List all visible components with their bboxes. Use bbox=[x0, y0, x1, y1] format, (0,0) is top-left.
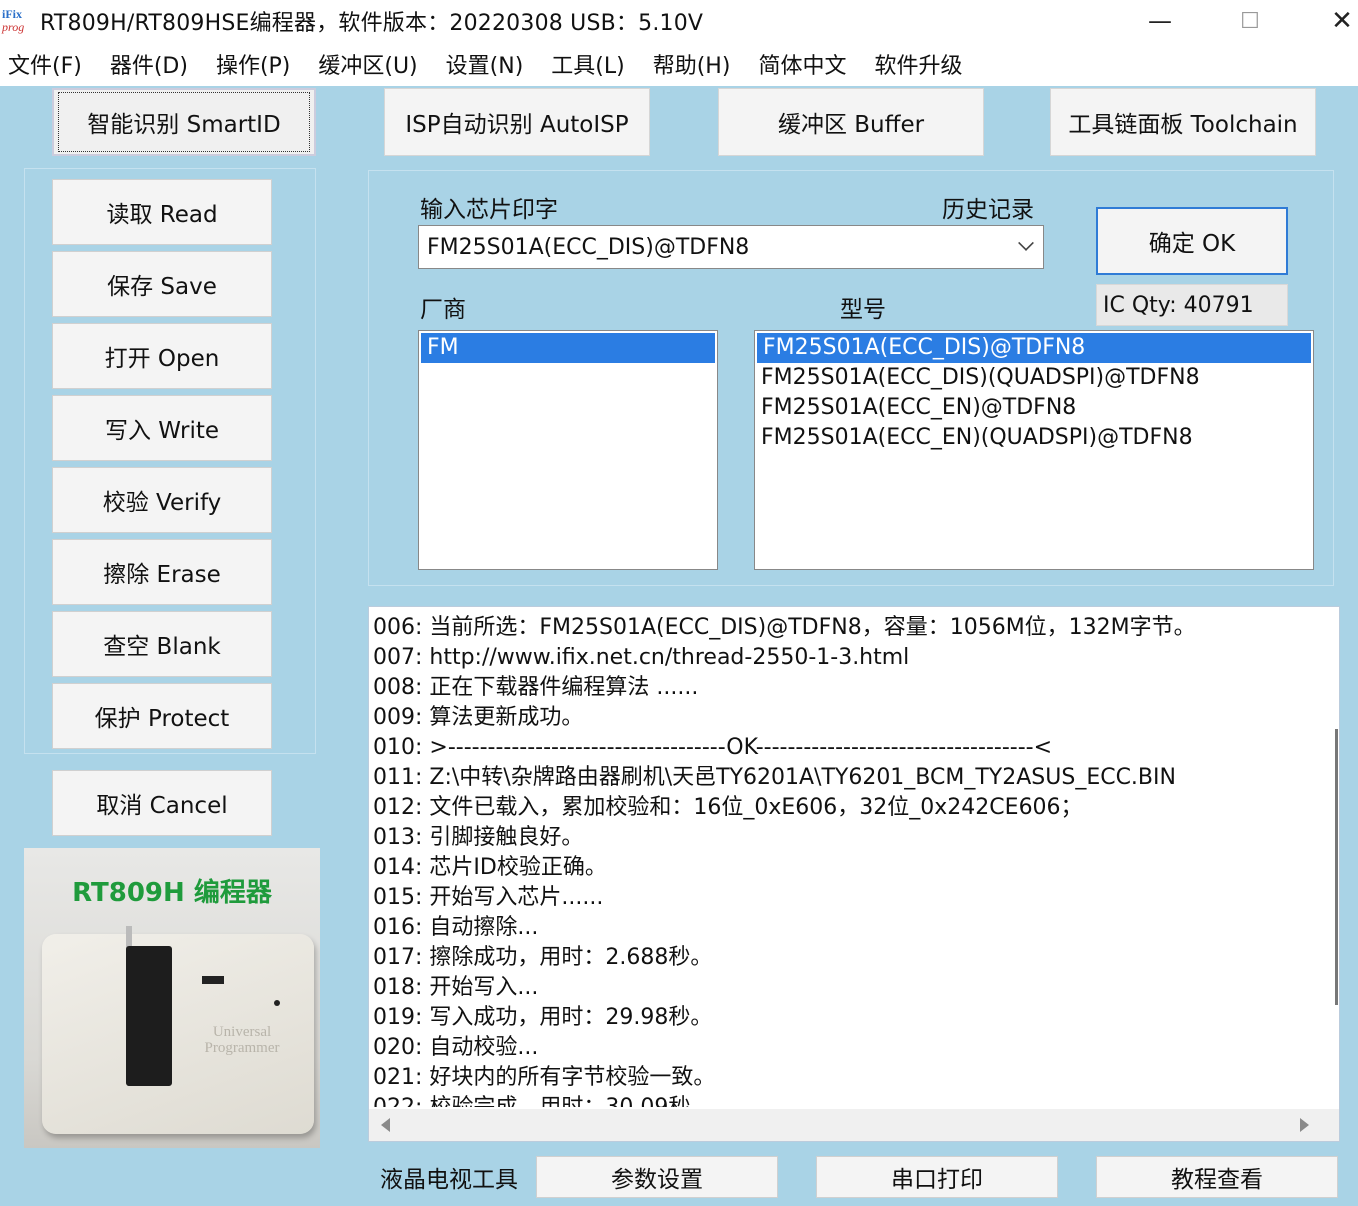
model-item[interactable]: FM25S01A(ECC_EN)@TDFN8 bbox=[755, 393, 1313, 423]
scroll-left-icon[interactable] bbox=[381, 1118, 390, 1132]
log-line: 006: 当前所选：FM25S01A(ECC_DIS)@TDFN8，容量：105… bbox=[373, 615, 1196, 640]
model-label: 型号 bbox=[840, 297, 886, 323]
menu-buffer[interactable]: 缓冲区(U) bbox=[318, 48, 417, 80]
programmer-device-image: Universal Programmer bbox=[42, 926, 314, 1134]
log-line: 017: 擦除成功，用时：2.688秒。 bbox=[373, 945, 713, 970]
log-line: 021: 好块内的所有字节校验一致。 bbox=[373, 1065, 716, 1090]
chevron-down-icon[interactable] bbox=[1018, 235, 1034, 251]
chip-input-label: 输入芯片印字 bbox=[420, 197, 558, 223]
close-icon[interactable]: ✕ bbox=[1312, 0, 1358, 42]
product-photo: RT809H 编程器 Universal Programmer bbox=[24, 848, 320, 1148]
scroll-right-icon[interactable] bbox=[1300, 1118, 1309, 1132]
log-line: 008: 正在下载器件编程算法 ...... bbox=[373, 675, 699, 700]
vendor-label: 厂商 bbox=[420, 297, 466, 323]
menu-device[interactable]: 器件(D) bbox=[110, 48, 188, 80]
app-icon: iFix prog bbox=[2, 4, 36, 38]
chip-marking-value: FM25S01A(ECC_DIS)@TDFN8 bbox=[427, 234, 750, 260]
blank-button[interactable]: 查空 Blank bbox=[52, 611, 272, 677]
model-item[interactable]: FM25S01A(ECC_DIS)(QUADSPI)@TDFN8 bbox=[755, 363, 1313, 393]
menu-bar: 文件(F) 器件(D) 操作(P) 缓冲区(U) 设置(N) 工具(L) 帮助(… bbox=[0, 42, 1358, 86]
log-line: 012: 文件已载入，累加校验和：16位_0xE606，32位_0x242CE6… bbox=[373, 795, 1083, 820]
toolchain-button[interactable]: 工具链面板 Toolchain bbox=[1050, 88, 1316, 156]
log-line: 010: >----------------------------------… bbox=[373, 735, 1053, 760]
log-line: 022: 校验完成，用时：30.09秒。 bbox=[373, 1093, 1323, 1107]
cancel-button[interactable]: 取消 Cancel bbox=[52, 770, 272, 836]
log-output[interactable]: 006: 当前所选：FM25S01A(ECC_DIS)@TDFN8，容量：105… bbox=[368, 606, 1340, 1142]
device-label-line-2: Programmer bbox=[204, 1040, 280, 1056]
serial-print-button[interactable]: 串口打印 bbox=[816, 1156, 1058, 1198]
bottom-toolbar: 液晶电视工具 参数设置 串口打印 教程查看 bbox=[0, 1150, 1358, 1206]
log-line: 020: 自动校验... bbox=[373, 1035, 539, 1060]
horizontal-scrollbar[interactable] bbox=[369, 1109, 1339, 1141]
log-line: 018: 开始写入... bbox=[373, 975, 539, 1000]
open-button[interactable]: 打开 Open bbox=[52, 323, 272, 389]
menu-file[interactable]: 文件(F) bbox=[8, 48, 82, 80]
read-button[interactable]: 读取 Read bbox=[52, 179, 272, 245]
maximize-icon[interactable]: ☐ bbox=[1220, 0, 1280, 42]
autoisp-button[interactable]: ISP自动识别 AutoISP bbox=[384, 88, 650, 156]
buffer-button[interactable]: 缓冲区 Buffer bbox=[718, 88, 984, 156]
window-title: RT809H/RT809HSE编程器，软件版本：20220308 USB：5.1… bbox=[40, 11, 704, 36]
app-icon-text-bottom: prog bbox=[2, 20, 25, 34]
log-line: 009: 算法更新成功。 bbox=[373, 705, 584, 730]
model-item[interactable]: FM25S01A(ECC_EN)(QUADSPI)@TDFN8 bbox=[755, 423, 1313, 453]
save-button[interactable]: 保存 Save bbox=[52, 251, 272, 317]
ic-qty-display: IC Qty: 40791 bbox=[1096, 284, 1288, 326]
protect-button[interactable]: 保护 Protect bbox=[52, 683, 272, 749]
log-line: 016: 自动擦除... bbox=[373, 915, 539, 940]
led-icon bbox=[202, 976, 224, 984]
log-line: 015: 开始写入芯片...... bbox=[373, 885, 604, 910]
minimize-icon[interactable]: — bbox=[1130, 0, 1190, 42]
vendor-list[interactable]: FM bbox=[418, 330, 718, 570]
ok-button[interactable]: 确定 OK bbox=[1096, 207, 1288, 275]
history-label: 历史记录 bbox=[942, 197, 1034, 223]
parameter-settings-button[interactable]: 参数设置 bbox=[536, 1156, 778, 1198]
menu-help[interactable]: 帮助(H) bbox=[653, 48, 731, 80]
title-bar: iFix prog RT809H/RT809HSE编程器，软件版本：202203… bbox=[0, 0, 1358, 42]
chip-marking-combobox[interactable]: FM25S01A(ECC_DIS)@TDFN8 bbox=[418, 225, 1044, 269]
vertical-scrollbar[interactable] bbox=[1335, 729, 1338, 1005]
indicator-dot-icon bbox=[274, 1000, 280, 1006]
device-label-line-1: Universal bbox=[212, 1024, 272, 1040]
menu-settings[interactable]: 设置(N) bbox=[446, 48, 524, 80]
write-button[interactable]: 写入 Write bbox=[52, 395, 272, 461]
erase-button[interactable]: 擦除 Erase bbox=[52, 539, 272, 605]
log-lines: 006: 当前所选：FM25S01A(ECC_DIS)@TDFN8，容量：105… bbox=[373, 613, 1323, 1107]
vendor-item-fm[interactable]: FM bbox=[421, 333, 715, 363]
log-line: 013: 引脚接触良好。 bbox=[373, 825, 584, 850]
menu-language[interactable]: 简体中文 bbox=[758, 48, 846, 80]
log-line: 019: 写入成功，用时：29.98秒。 bbox=[373, 1005, 713, 1030]
menu-tools[interactable]: 工具(L) bbox=[551, 48, 624, 80]
log-line: 007: http://www.ifix.net.cn/thread-2550-… bbox=[373, 645, 910, 670]
tutorial-button[interactable]: 教程查看 bbox=[1096, 1156, 1338, 1198]
log-line: 011: Z:\中转\杂牌路由器刷机\天邑TY6201A\TY6201_BCM_… bbox=[373, 765, 1176, 790]
model-item[interactable]: FM25S01A(ECC_DIS)@TDFN8 bbox=[757, 333, 1311, 363]
menu-upgrade[interactable]: 软件升级 bbox=[874, 48, 962, 80]
device-label: Universal Programmer bbox=[182, 1024, 302, 1056]
menu-operation[interactable]: 操作(P) bbox=[216, 48, 290, 80]
model-list[interactable]: FM25S01A(ECC_DIS)@TDFN8 FM25S01A(ECC_DIS… bbox=[754, 330, 1314, 570]
verify-button[interactable]: 校验 Verify bbox=[52, 467, 272, 533]
smartid-label: 智能识别 SmartID bbox=[58, 92, 310, 152]
zif-socket-icon bbox=[126, 946, 172, 1086]
log-line: 014: 芯片ID校验正确。 bbox=[373, 855, 607, 880]
lcd-tools-label: 液晶电视工具 bbox=[380, 1167, 518, 1193]
photo-title: RT809H 编程器 bbox=[72, 878, 272, 908]
smartid-button[interactable]: 智能识别 SmartID bbox=[52, 88, 316, 156]
